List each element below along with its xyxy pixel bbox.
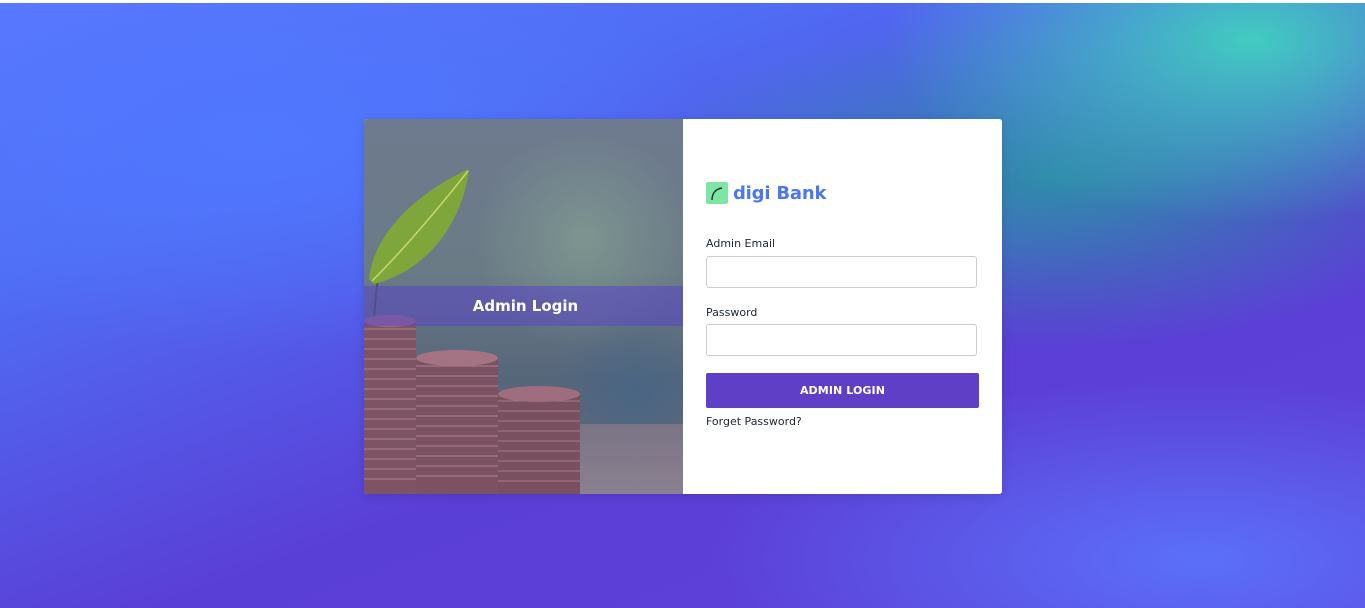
forgot-password-link[interactable]: Forget Password? xyxy=(706,415,802,428)
login-form-panel: digi Bank Admin Email Password ADMIN LOG… xyxy=(683,119,1002,494)
digi-bank-logo-icon xyxy=(706,182,728,204)
hero-banner-title: Admin Login xyxy=(472,297,579,315)
password-label: Password xyxy=(706,306,758,319)
brand-name: digi Bank xyxy=(733,182,827,204)
top-edge-line xyxy=(0,0,1365,3)
hero-image: Admin Login xyxy=(364,119,683,494)
brand-logo: digi Bank xyxy=(706,182,826,204)
hero-banner: Admin Login xyxy=(364,286,683,326)
password-input[interactable] xyxy=(706,324,977,356)
admin-email-label: Admin Email xyxy=(706,237,776,250)
admin-login-button[interactable]: ADMIN LOGIN xyxy=(706,373,979,408)
admin-email-input[interactable] xyxy=(706,256,977,288)
login-card: Admin Login digi Bank Admin Email Passwo… xyxy=(364,119,1002,494)
